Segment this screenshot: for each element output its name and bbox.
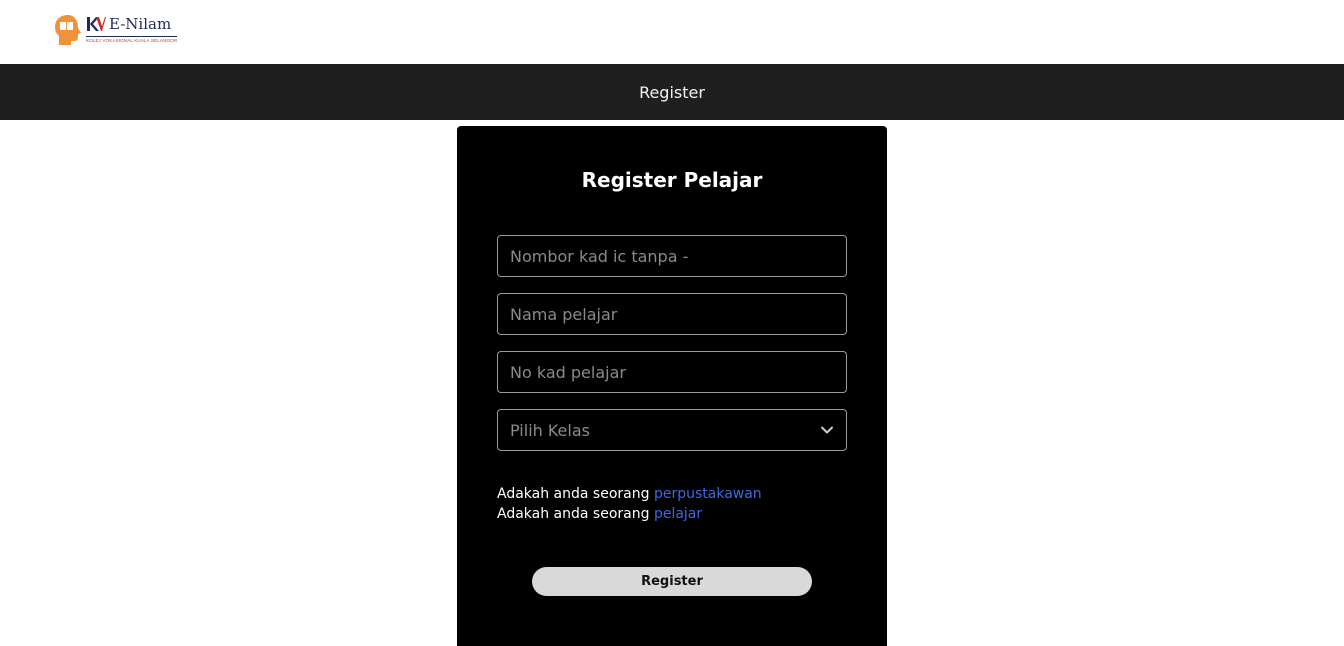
chevron-down-icon — [821, 426, 833, 434]
top-header: E-Nilam KOLEJ VOKASIONAL KUALA SELANGOR — [0, 0, 1344, 64]
student-link[interactable]: pelajar — [654, 506, 702, 522]
site-logo[interactable]: E-Nilam KOLEJ VOKASIONAL KUALA SELANGOR — [54, 14, 178, 46]
nav-register-link[interactable]: Register — [639, 83, 705, 102]
logo-title: E-Nilam — [109, 15, 172, 33]
librarian-line: Adakah anda seorang perpustakawan — [497, 484, 762, 504]
logo-subtitle: KOLEJ VOKASIONAL KUALA SELANGOR — [86, 36, 178, 43]
ic-number-input[interactable] — [497, 235, 847, 277]
librarian-link[interactable]: perpustakawan — [654, 486, 762, 502]
class-select[interactable]: Pilih Kelas — [497, 409, 847, 451]
head-book-icon — [55, 15, 81, 45]
student-card-input[interactable] — [497, 351, 847, 393]
register-card: Register Pelajar Pilih Kelas Adakah anda… — [457, 126, 887, 646]
navbar: Register — [0, 64, 1344, 120]
form-title: Register Pelajar — [581, 168, 763, 192]
student-line: Adakah anda seorang pelajar — [497, 504, 762, 524]
librarian-prefix: Adakah anda seorang — [497, 486, 654, 502]
student-prefix: Adakah anda seorang — [497, 506, 654, 522]
class-select-value: Pilih Kelas — [510, 420, 590, 440]
register-button[interactable]: Register — [532, 567, 812, 596]
role-links: Adakah anda seorang perpustakawan Adakah… — [497, 484, 762, 524]
student-name-input[interactable] — [497, 293, 847, 335]
kv-logo-icon — [87, 17, 106, 31]
